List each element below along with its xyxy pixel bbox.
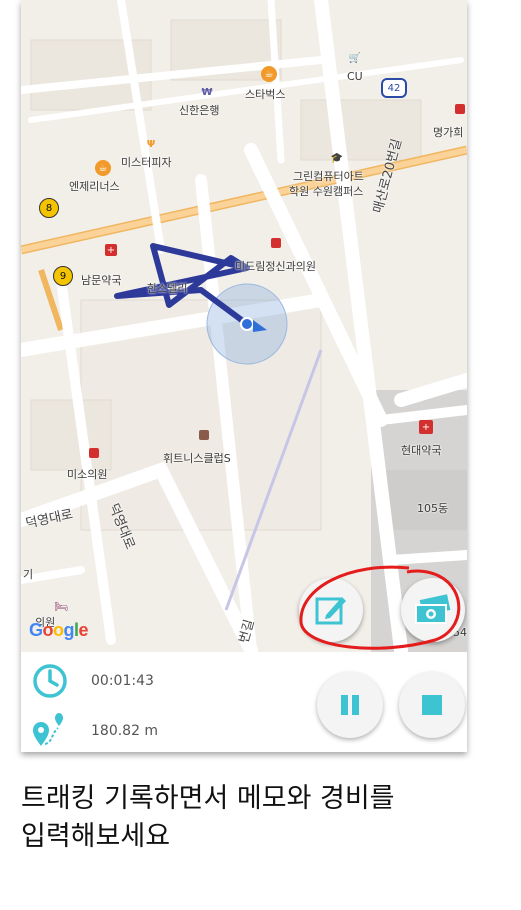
poi-angelinus[interactable]: 엔제리너스: [69, 178, 120, 194]
map-view[interactable]: 42 8 9 ₩ 신한은행 ☕ 스타벅스 🛒 CU 명가희 Ψ 미스터피자 ☕ …: [21, 0, 467, 652]
poi-green-computer-2[interactable]: 학원 수원캠퍼스: [289, 183, 363, 199]
poi-mrpizza[interactable]: 미스터피자: [121, 154, 172, 170]
clinic-icon: [89, 448, 99, 458]
elapsed-time-row: 00:01:43: [31, 662, 154, 700]
caption-line-1: 트래킹 기록하면서 메모와 경비를: [21, 783, 395, 814]
shop-icon: [455, 104, 465, 114]
hotel-icon: 🛏: [54, 599, 68, 613]
tracking-panel: 00:01:43 180.82 m: [21, 652, 467, 752]
promo-caption: 트래킹 기록하면서 메모와 경비를 입력해보세요: [21, 780, 395, 856]
stop-button[interactable]: [399, 672, 465, 738]
clinic-icon: [271, 238, 281, 248]
route-badge-42: 42: [381, 78, 407, 98]
pharmacy-icon: +: [105, 244, 117, 256]
clock-icon: [33, 664, 67, 698]
pharmacy-icon: +: [419, 420, 433, 434]
stop-icon: [422, 695, 442, 715]
pause-icon: [341, 695, 359, 715]
phone-screen: 42 8 9 ₩ 신한은행 ☕ 스타벅스 🛒 CU 명가희 Ψ 미스터피자 ☕ …: [21, 0, 467, 752]
caption-line-2: 입력해보세요: [21, 821, 171, 852]
elapsed-time-value: 00:01:43: [91, 673, 154, 689]
poi-cu[interactable]: CU: [347, 70, 363, 83]
cafe-icon: ☕: [261, 66, 277, 82]
google-logo: Google: [29, 620, 89, 640]
poi-hyundai-pharmacy[interactable]: 현대약국: [401, 442, 441, 458]
poi-miso-clinic[interactable]: 미소의원: [67, 466, 107, 482]
school-icon: 🎓: [330, 152, 344, 164]
restaurant-icon: Ψ: [146, 138, 156, 150]
pause-button[interactable]: [317, 672, 383, 738]
building-105: 105동: [417, 502, 449, 515]
poi-shinhan-bank[interactable]: 신한은행: [179, 102, 219, 118]
route-badge-8: 8: [39, 198, 59, 218]
gym-icon: [199, 430, 209, 440]
poi-hans-deli[interactable]: 한스델리: [147, 280, 187, 296]
route-distance-icon: [33, 713, 63, 746]
partial-label-left: 기: [23, 568, 34, 581]
poi-green-computer-1[interactable]: 그린컴퓨터아트: [293, 168, 364, 184]
poi-midream-clinic[interactable]: 미드림정신과의원: [235, 258, 316, 274]
distance-row: 180.82 m: [31, 712, 158, 750]
bank-icon: ₩: [201, 86, 213, 98]
highlight-circle: [299, 565, 461, 650]
shop-icon: 🛒: [348, 52, 362, 64]
poi-fitness-club[interactable]: 휘트니스클럽S: [163, 450, 231, 466]
poi-myeongga[interactable]: 명가희: [433, 124, 463, 140]
poi-starbucks[interactable]: 스타벅스: [245, 86, 285, 102]
distance-value: 180.82 m: [91, 723, 159, 739]
cafe-icon: ☕: [95, 160, 111, 176]
poi-nammun-pharmacy[interactable]: 남문약국: [81, 272, 121, 288]
route-badge-9: 9: [53, 266, 73, 286]
